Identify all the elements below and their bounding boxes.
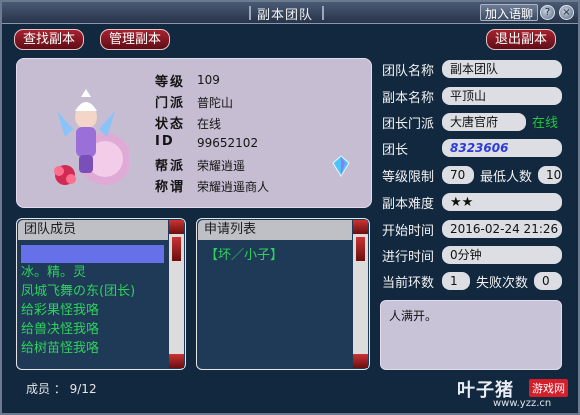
difficulty-field: ★★ [442,193,562,211]
watermark-badge: 游戏网 [529,379,568,397]
fail-count-field: 0 [534,272,562,290]
member-item[interactable] [21,245,164,263]
guild-value: 荣耀逍遥 [197,159,246,173]
leader-label: 团长 [382,143,409,158]
start-time-field: 2016-02-24 21:26 [442,220,562,238]
elapsed-label: 进行时间 [382,250,435,265]
leader-sect-label: 团长门派 [382,117,435,132]
level-limit-label: 等级限制 [382,170,435,185]
level-value: 109 [197,73,220,87]
id-label: ID [155,134,175,149]
team-name-field: 副本团队 [442,60,562,78]
member-item[interactable]: 凤城飞舞の东(团长) [21,283,135,301]
applications-scrollbar[interactable] [353,220,368,368]
fail-count-label: 失败次数 [476,276,529,291]
scroll-down-icon[interactable] [353,354,368,368]
applications-header: 申请列表 [198,220,352,240]
window-title: 副本团队 [257,8,314,23]
start-time-label: 开始时间 [382,224,435,239]
min-people-label: 最低人数 [480,170,533,185]
leader-sect-field: 大唐官府 [442,113,526,131]
applications-panel: 申请列表 【坏／小子】 [196,218,370,370]
scroll-up-icon[interactable] [169,220,184,234]
dungeon-team-window: 副本团队 加入语聊 ? × 查找副本 管理副本 退出副本 等级 109 门派 普… [0,0,580,415]
scroll-down-icon[interactable] [169,354,184,368]
scroll-thumb[interactable] [355,236,366,262]
find-dungeon-button[interactable]: 查找副本 [14,29,85,50]
members-panel: 团队成员 冰。精。灵 凤城飞舞の东(团长) 给彩果怪我咯 给兽决怪我咯 给树苗怪… [16,218,186,370]
difficulty-label: 副本难度 [382,197,435,212]
elapsed-field: 0分钟 [442,246,562,264]
scroll-thumb[interactable] [171,236,182,262]
title-separator [322,6,324,20]
application-item[interactable]: 【坏／小子】 [205,247,283,265]
min-people-field: 10 [538,166,562,184]
team-name-label: 团队名称 [382,64,435,79]
status-value: 在线 [197,117,222,131]
difficulty-stars: ★★ [450,195,474,210]
help-icon[interactable]: ? [540,5,555,20]
sect-label: 门派 [155,96,186,111]
member-item[interactable]: 给彩果怪我咯 [21,302,99,320]
members-count: 成员 ： 9/12 [26,382,97,396]
gem-icon [332,155,350,177]
current-round-field: 1 [442,272,470,290]
scroll-up-icon[interactable] [353,220,368,234]
dungeon-name-label: 副本名称 [382,91,435,106]
member-item[interactable]: 给兽决怪我咯 [21,321,99,339]
members-scrollbar[interactable] [169,220,184,368]
status-label: 状态 [155,117,186,132]
exit-dungeon-button[interactable]: 退出副本 [486,29,557,50]
title-value: 荣耀逍遥商人 [197,180,270,194]
member-item[interactable]: 给树苗怪我咯 [21,340,99,358]
close-icon[interactable]: × [559,5,574,20]
leader-status: 在线 [532,116,559,131]
watermark-url: www.yzz.cn [493,398,552,409]
title-bar[interactable]: 副本团队 加入语聊 ? × [2,2,578,24]
id-value: 99652102 [197,136,259,150]
title-separator [249,6,251,20]
team-notice: 人满开。 [380,300,562,370]
character-portrait [54,89,129,185]
level-label: 等级 [155,75,186,90]
leader-name-field: 8323606 [442,139,562,157]
manage-dungeon-button[interactable]: 管理副本 [100,29,171,50]
members-header: 团队成员 [18,220,168,240]
current-round-label: 当前环数 [382,276,435,291]
character-panel: 等级 109 门派 普陀山 状态 在线 ID 99652102 帮派 荣耀逍遥 … [16,58,372,208]
level-limit-field: 70 [442,166,474,184]
title-label: 称谓 [155,180,186,195]
guild-label: 帮派 [155,159,186,174]
sect-value: 普陀山 [197,96,234,110]
site-watermark: 叶子猪 游戏网 www.yzz.cn [457,372,577,414]
dungeon-name-field: 平顶山 [442,87,562,105]
member-item[interactable]: 冰。精。灵 [21,264,86,282]
join-chat-button[interactable]: 加入语聊 [480,4,539,21]
